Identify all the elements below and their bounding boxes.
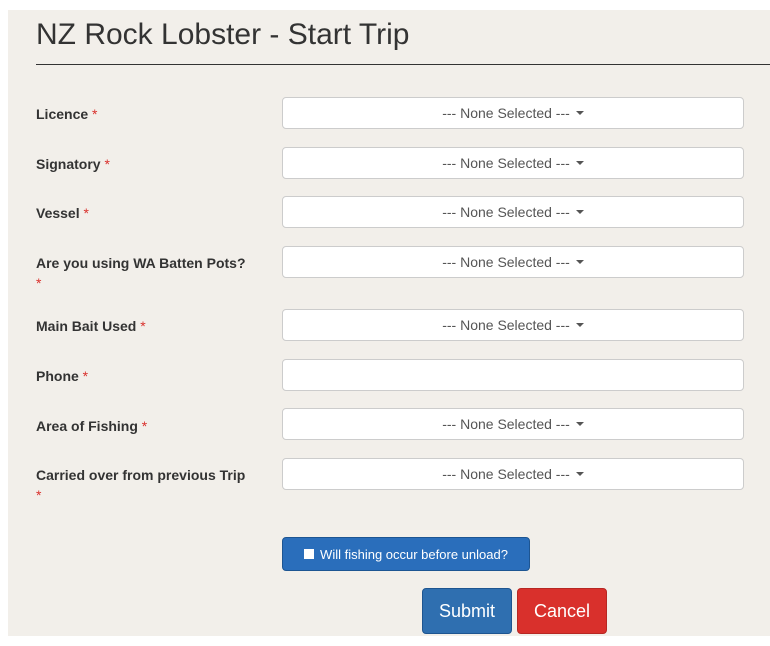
licence-label-text: Licence	[36, 106, 89, 122]
required-marker: *	[104, 156, 110, 172]
phone-input[interactable]	[282, 359, 744, 391]
batten-pots-select-value: --- None Selected ---	[442, 254, 570, 270]
caret-down-icon	[575, 323, 584, 327]
signatory-label: Signatory *	[36, 154, 276, 174]
area-label: Area of Fishing *	[36, 416, 276, 436]
carried-over-label-text: Carried over from previous Trip	[36, 467, 246, 483]
caret-down-icon	[575, 111, 584, 115]
caret-down-icon	[575, 260, 584, 264]
cancel-button[interactable]: Cancel	[517, 588, 607, 634]
licence-select[interactable]: --- None Selected ---	[282, 97, 744, 129]
form-panel: NZ Rock Lobster - Start Trip Licence * -…	[8, 10, 770, 636]
batten-pots-label-text: Are you using WA Batten Pots?	[36, 255, 246, 271]
carried-over-select-value: --- None Selected ---	[442, 466, 570, 482]
required-marker: *	[82, 368, 89, 384]
area-label-text: Area of Fishing	[36, 418, 138, 434]
carried-over-label: Carried over from previous Trip *	[36, 465, 276, 505]
vessel-select-value: --- None Selected ---	[442, 204, 570, 220]
required-marker: *	[83, 205, 89, 221]
main-bait-label: Main Bait Used *	[36, 316, 276, 336]
phone-label: Phone *	[36, 366, 276, 386]
vessel-label: Vessel *	[36, 203, 276, 223]
fishing-before-unload-label: Will fishing occur before unload?	[320, 546, 508, 562]
caret-down-icon	[575, 472, 584, 476]
caret-down-icon	[575, 210, 584, 214]
signatory-select[interactable]: --- None Selected ---	[282, 147, 744, 179]
signatory-label-text: Signatory	[36, 156, 101, 172]
main-bait-label-text: Main Bait Used	[36, 318, 137, 334]
checkbox-icon[interactable]	[304, 549, 315, 559]
submit-button[interactable]: Submit	[422, 588, 512, 634]
caret-down-icon	[575, 422, 584, 426]
batten-pots-label: Are you using WA Batten Pots? *	[36, 253, 276, 293]
required-marker: *	[141, 418, 148, 434]
area-select[interactable]: --- None Selected ---	[282, 408, 744, 440]
title-divider	[36, 64, 770, 65]
caret-down-icon	[575, 161, 584, 165]
batten-pots-select[interactable]: --- None Selected ---	[282, 246, 744, 278]
carried-over-select[interactable]: --- None Selected ---	[282, 458, 744, 490]
page-title: NZ Rock Lobster - Start Trip	[36, 18, 410, 51]
vessel-select[interactable]: --- None Selected ---	[282, 196, 744, 228]
phone-label-text: Phone	[36, 368, 79, 384]
area-select-value: --- None Selected ---	[442, 416, 570, 432]
licence-select-value: --- None Selected ---	[442, 105, 570, 121]
required-marker: *	[36, 487, 42, 503]
required-marker: *	[92, 106, 98, 122]
required-marker: *	[36, 275, 42, 291]
required-marker: *	[140, 318, 146, 334]
fishing-before-unload-button[interactable]: Will fishing occur before unload?	[282, 537, 530, 571]
signatory-select-value: --- None Selected ---	[442, 155, 570, 171]
main-bait-select-value: --- None Selected ---	[442, 317, 570, 333]
main-bait-select[interactable]: --- None Selected ---	[282, 309, 744, 341]
licence-label: Licence *	[36, 104, 276, 124]
vessel-label-text: Vessel	[36, 205, 80, 221]
